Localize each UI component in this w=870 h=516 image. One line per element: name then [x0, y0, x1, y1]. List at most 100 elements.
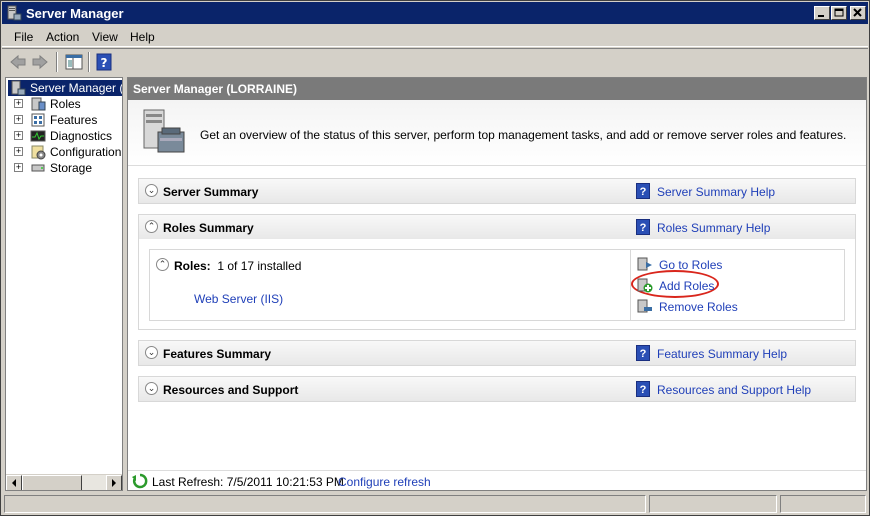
menu-file[interactable]: File	[14, 30, 33, 44]
forward-arrow-icon	[32, 54, 48, 70]
go-to-roles-icon	[637, 257, 652, 271]
roles-icon	[31, 97, 46, 111]
minimize-icon	[818, 15, 824, 17]
scroll-left-button[interactable]	[6, 475, 22, 490]
tree-item-label: Roles	[50, 97, 81, 111]
menu-bar: File Action View Help	[2, 25, 868, 47]
show-hide-console-tree-icon	[65, 54, 83, 70]
roles-subsection: ⌃ Roles: 1 of 17 installed Web Server (I…	[149, 249, 845, 321]
roles-summary-help-link[interactable]: Roles Summary Help	[657, 221, 770, 235]
tree-root-server-manager[interactable]: Server Manager (LORRAINE)	[8, 80, 122, 96]
expand-icon[interactable]: +	[14, 99, 23, 108]
roles-summary-section: ⌃ Roles Summary ? Roles Summary Help ⌃ R…	[138, 214, 856, 330]
minimize-button[interactable]	[814, 6, 830, 20]
expand-chevron-icon[interactable]: ⌄	[145, 346, 158, 359]
web-server-role-link[interactable]: Web Server (IIS)	[194, 292, 283, 306]
close-button[interactable]	[850, 6, 866, 20]
expand-chevron-icon[interactable]: ⌄	[145, 382, 158, 395]
roles-count: 1 of 17 installed	[217, 259, 302, 273]
tree-horizontal-scrollbar[interactable]	[6, 474, 122, 490]
help-icon: ?	[636, 219, 650, 235]
back-button[interactable]	[8, 52, 28, 72]
server-summary-section: ⌄ Server Summary ? Server Summary Help	[138, 178, 856, 204]
back-arrow-icon	[10, 54, 26, 70]
server-summary-header[interactable]: ⌄ Server Summary ? Server Summary Help	[139, 179, 855, 203]
help-icon: ?	[636, 345, 650, 361]
toolbar-separator	[56, 52, 58, 72]
collapse-chevron-icon[interactable]: ⌃	[145, 220, 158, 233]
status-pane	[649, 495, 777, 513]
server-summary-help-link[interactable]: Server Summary Help	[657, 185, 775, 199]
section-title: Roles Summary	[163, 221, 254, 235]
show-hide-tree-button[interactable]	[64, 52, 84, 72]
scroll-right-icon	[112, 479, 116, 487]
maximize-button[interactable]	[831, 6, 847, 20]
maximize-icon	[834, 8, 844, 17]
menu-view[interactable]: View	[92, 30, 118, 44]
resources-support-help-link[interactable]: Resources and Support Help	[657, 383, 811, 397]
resources-support-header[interactable]: ⌄ Resources and Support ? Resources and …	[139, 377, 855, 401]
main-header: Server Manager (LORRAINE)	[128, 78, 866, 100]
toolbar-separator	[88, 52, 90, 72]
tree-item-label: Diagnostics	[50, 129, 113, 143]
tree-item-label: Storage	[50, 161, 93, 175]
window-title: Server Manager	[26, 6, 124, 21]
scroll-right-button[interactable]	[106, 475, 122, 490]
server-manager-icon	[11, 80, 26, 96]
overview-description: Get an overview of the status of this se…	[200, 128, 847, 142]
expand-icon[interactable]: +	[14, 131, 23, 140]
server-graphic-icon	[143, 109, 185, 153]
close-icon	[853, 8, 862, 17]
remove-roles-link[interactable]: Remove Roles	[659, 300, 738, 314]
toolbar: ?	[2, 48, 868, 74]
expand-chevron-icon[interactable]: ⌄	[145, 184, 158, 197]
status-pane	[780, 495, 866, 513]
diagnostics-icon	[30, 130, 46, 142]
tree-item-label: Features	[50, 113, 98, 127]
last-refresh-text: Last Refresh: 7/5/2011 10:21:53 PM	[152, 475, 344, 489]
roles-summary-header[interactable]: ⌃ Roles Summary ? Roles Summary Help	[139, 215, 855, 239]
tree-root-label: Server Manager (LORRAINE)	[30, 81, 123, 95]
help-icon: ?	[96, 53, 112, 71]
features-summary-section: ⌄ Features Summary ? Features Summary He…	[138, 340, 856, 366]
console-tree: Server Manager (LORRAINE) + Roles + Feat…	[5, 77, 123, 491]
resources-support-section: ⌄ Resources and Support ? Resources and …	[138, 376, 856, 402]
add-roles-icon	[637, 278, 653, 293]
configure-refresh-link[interactable]: Configure refresh	[338, 475, 431, 489]
expand-icon[interactable]: +	[14, 147, 23, 156]
roles-label: Roles:	[174, 259, 211, 273]
remove-roles-icon	[637, 299, 652, 313]
expand-icon[interactable]: +	[14, 115, 23, 124]
collapse-chevron-icon[interactable]: ⌃	[156, 258, 169, 271]
status-pane	[4, 495, 646, 513]
section-title: Resources and Support	[163, 383, 299, 397]
storage-icon	[31, 164, 45, 172]
roles-tasks-panel: Go to Roles Add Roles Remove Roles	[630, 250, 846, 320]
status-bar	[2, 493, 868, 515]
add-roles-link[interactable]: Add Roles	[659, 279, 714, 293]
tree-item-label: Configuration	[50, 145, 122, 159]
help-icon: ?	[636, 183, 650, 199]
server-manager-app-icon	[7, 5, 22, 21]
scrollbar-thumb[interactable]	[22, 475, 82, 490]
title-bar[interactable]: Server Manager	[2, 2, 868, 24]
refresh-bar: Last Refresh: 7/5/2011 10:21:53 PM Confi…	[128, 470, 866, 490]
configuration-icon	[31, 145, 46, 160]
server-manager-window: Server Manager File Action View Help ? S…	[0, 0, 870, 516]
features-summary-help-link[interactable]: Features Summary Help	[657, 347, 787, 361]
help-icon: ?	[636, 381, 650, 397]
forward-button[interactable]	[30, 52, 50, 72]
help-toolbar-button[interactable]: ?	[94, 52, 114, 72]
scroll-left-icon	[12, 479, 16, 487]
section-title: Features Summary	[163, 347, 272, 361]
features-summary-header[interactable]: ⌄ Features Summary ? Features Summary He…	[139, 341, 855, 365]
roles-count-label: Roles: 1 of 17 installed	[174, 259, 301, 273]
section-title: Server Summary	[163, 185, 259, 199]
refresh-icon	[132, 473, 148, 489]
menu-help[interactable]: Help	[130, 30, 155, 44]
expand-icon[interactable]: +	[14, 163, 23, 172]
overview-banner: Get an overview of the status of this se…	[128, 100, 866, 166]
svg-text:?: ?	[101, 56, 108, 70]
main-panel: Server Manager (LORRAINE) Get an overvie…	[127, 77, 867, 491]
menu-action[interactable]: Action	[46, 30, 79, 44]
